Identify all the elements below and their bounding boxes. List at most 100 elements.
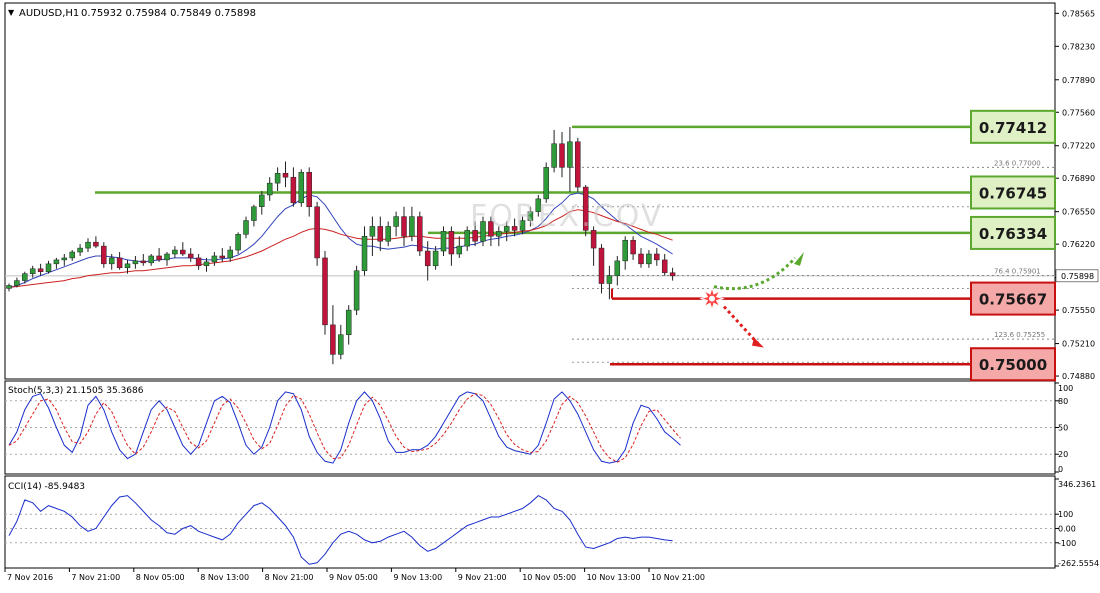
y-tick-label: 0.76550: [1062, 208, 1095, 217]
watermark-text: FOREX.COV: [470, 199, 663, 234]
candle-body: [148, 255, 154, 264]
candle-body: [251, 206, 257, 221]
candle-body: [108, 257, 115, 265]
candle-body: [559, 143, 565, 168]
candle-body: [551, 143, 557, 168]
indicator-tick-label: 0: [1058, 465, 1063, 474]
price-box-label: 0.75000: [979, 356, 1047, 374]
candle-body: [314, 206, 320, 259]
candle-body: [622, 239, 628, 262]
candle-body: [543, 167, 549, 200]
price-box-label: 0.77412: [979, 119, 1047, 137]
candle-body: [322, 257, 328, 326]
candle-body: [85, 241, 91, 249]
candle-body: [243, 220, 249, 235]
candle-body: [203, 261, 210, 267]
fib-label: 76.4 0.75901: [994, 268, 1041, 276]
candle-body: [53, 259, 60, 265]
candle-body: [377, 226, 384, 242]
candle-body: [401, 216, 407, 237]
indicator-tick-label: 0.00: [1058, 524, 1076, 533]
candle-body: [124, 263, 131, 269]
indicator-tick-label: 80: [1058, 397, 1068, 406]
dropdown-arrow-icon[interactable]: ▼: [8, 8, 15, 17]
y-tick-label: 0.78230: [1062, 42, 1095, 51]
candle-body: [187, 253, 194, 259]
x-tick-label: 10 Nov 05:00: [522, 573, 576, 582]
candle-body: [464, 230, 470, 247]
candle-body: [393, 216, 399, 227]
candle-body: [345, 309, 352, 335]
candle-body: [598, 247, 605, 284]
candle-body: [132, 260, 139, 265]
candle-body: [6, 285, 12, 289]
candle-body: [417, 216, 423, 252]
candle-body: [369, 226, 376, 237]
indicator-tick-label: 50: [1058, 424, 1068, 433]
candle: [575, 137, 581, 192]
candle-body: [101, 245, 107, 265]
candle-body: [567, 141, 573, 168]
candle-body: [298, 172, 305, 204]
indicator-tick-label: -100: [1058, 539, 1076, 548]
x-tick-label: 10 Nov 13:00: [587, 573, 641, 582]
x-tick-label: 8 Nov 05:00: [136, 573, 185, 582]
candle-body: [266, 182, 273, 196]
price-box-label: 0.76334: [979, 225, 1047, 243]
candle-body: [211, 255, 218, 263]
candle-body: [606, 275, 613, 284]
candle-body: [361, 236, 368, 271]
candle-body: [638, 253, 644, 265]
candle-body: [338, 334, 344, 355]
candle-body: [195, 257, 202, 267]
candle-body: [654, 253, 660, 261]
x-tick-label: 8 Nov 13:00: [200, 573, 249, 582]
candle-body: [140, 260, 147, 264]
candle-body: [290, 176, 297, 204]
candle-body: [282, 173, 289, 178]
x-tick-label: 9 Nov 05:00: [329, 573, 378, 582]
candle-body: [575, 141, 581, 188]
fib-label: 23.6 0.77000: [994, 159, 1041, 167]
y-tick-label: 0.77220: [1062, 142, 1095, 151]
y-tick-label: 0.77890: [1062, 76, 1095, 85]
candle-body: [164, 253, 170, 261]
candle-body: [669, 272, 676, 277]
symbol-label: AUDUSD,H1: [19, 8, 79, 19]
x-tick-label: 7 Nov 2016: [7, 573, 53, 582]
stoch-title: Stoch(5,3,3) 21.1505 35.3686: [8, 386, 144, 396]
candle-body: [219, 255, 226, 259]
candle-body: [353, 270, 360, 311]
candle-body: [37, 268, 44, 272]
indicator-tick-label: 346.2361: [1058, 480, 1096, 489]
candle-body: [69, 251, 75, 259]
x-tick-label: 9 Nov 13:00: [393, 573, 442, 582]
x-tick-label: 7 Nov 21:00: [71, 573, 120, 582]
candle-body: [45, 263, 52, 272]
y-tick-label: 0.77560: [1062, 108, 1095, 117]
price-box-label: 0.76745: [979, 184, 1047, 202]
candle-body: [432, 250, 439, 267]
candle-body: [274, 173, 281, 184]
candle-body: [77, 247, 83, 253]
candle-body: [116, 257, 123, 269]
candle: [543, 162, 549, 203]
indicator-tick-label: -262.5554: [1058, 559, 1099, 568]
x-tick-label: 10 Nov 21:00: [651, 573, 705, 582]
candle-body: [661, 259, 668, 273]
candle-body: [227, 249, 233, 259]
candle: [298, 169, 305, 207]
y-tick-label: 0.75550: [1062, 306, 1095, 315]
chart-canvas: 0.78565 0.78230 0.77890 0.77560 0.77220 0.768…: [4, 2, 1099, 582]
candle-body: [448, 231, 455, 255]
y-tick-label: 0.78565: [1062, 9, 1095, 18]
candle-body: [156, 255, 162, 261]
candle-body: [180, 249, 186, 255]
candle-body: [29, 268, 36, 274]
current-price-label: 0.75898: [1061, 272, 1094, 281]
candle-body: [409, 216, 415, 237]
candle-body: [259, 194, 265, 207]
main-panel-frame: [4, 2, 1056, 380]
indicator-tick-label: 100: [1058, 510, 1073, 519]
cci-title: CCI(14) -85.9483: [8, 482, 85, 492]
